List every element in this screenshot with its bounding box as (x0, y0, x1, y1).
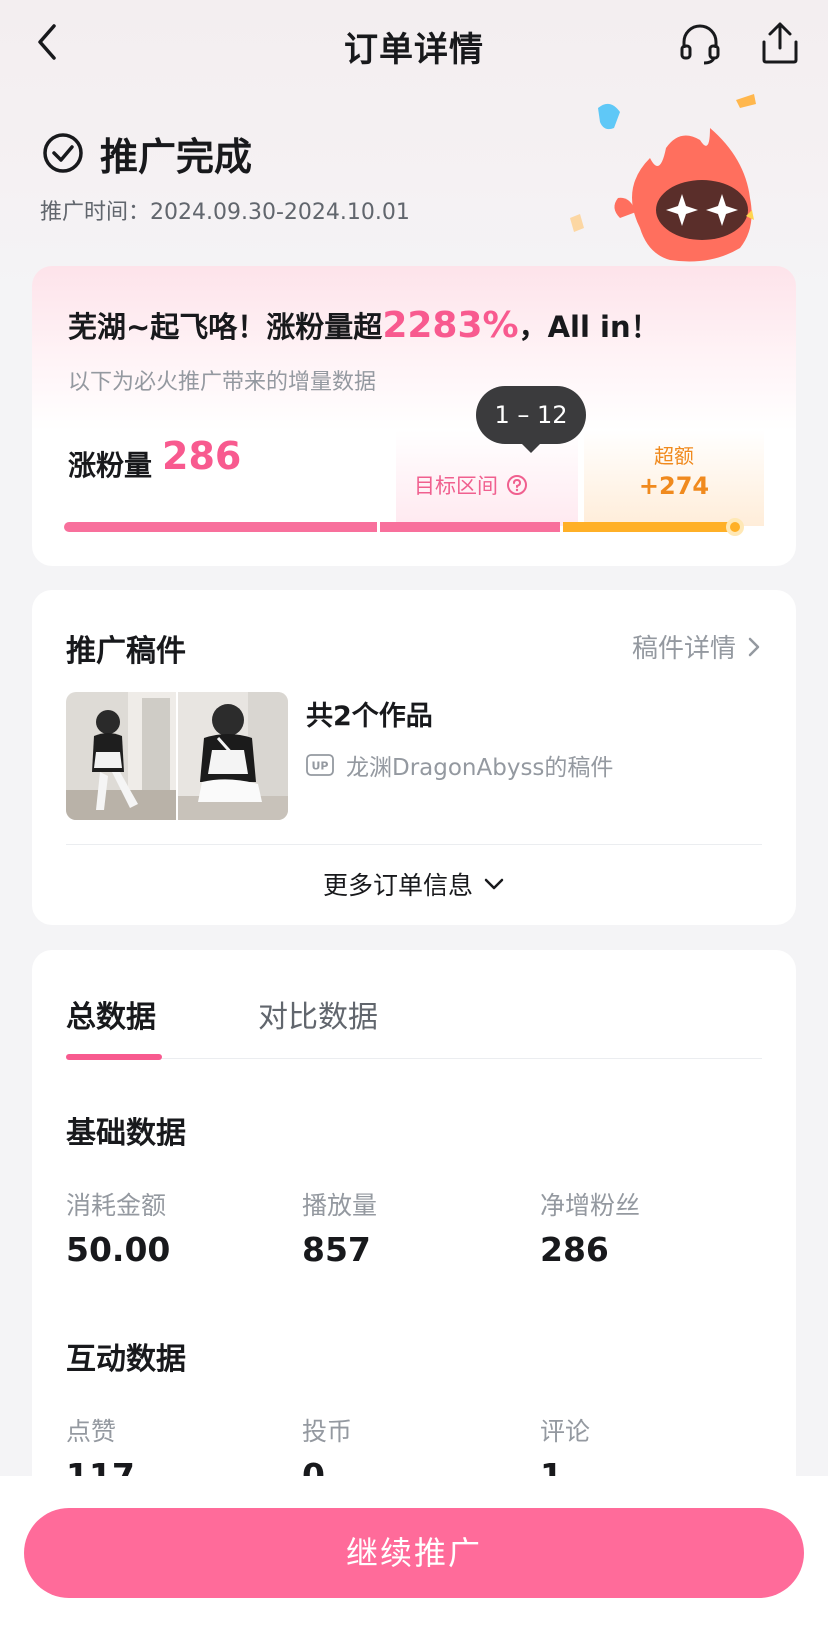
works-detail-link[interactable]: 稿件详情 (632, 628, 762, 665)
more-info-text: 更多订单信息 (322, 871, 473, 900)
target-range-label[interactable]: 目标区间 (414, 470, 528, 500)
works-count: 共2个作品 (306, 701, 433, 732)
basic-data-title: 基础数据 (66, 1116, 186, 1151)
share-button[interactable] (758, 20, 802, 66)
continue-promotion-button[interactable]: 继续推广 (24, 1508, 804, 1598)
author-name: 龙渊DragonAbyss的稿件 (346, 755, 614, 781)
customer-service-button[interactable] (678, 22, 722, 66)
up-badge-icon: UP (306, 754, 334, 776)
result-subtitle: 以下为必火推广带来的增量数据 (68, 370, 377, 395)
divider (66, 844, 762, 845)
thumbnail-image (66, 692, 176, 820)
tab-total-data[interactable]: 总数据 (66, 992, 156, 1036)
headline-percent: 2283% (382, 305, 519, 346)
chevron-right-icon (748, 637, 760, 656)
works-author: UP 龙渊DragonAbyss的稿件 (306, 748, 613, 782)
metric-label: 点赞 (66, 1417, 117, 1446)
question-circle-icon (507, 475, 527, 495)
tab-divider (66, 1058, 762, 1059)
check-circle-icon (43, 133, 83, 173)
headline-suffix: ，All in！ (518, 310, 660, 344)
result-headline: 芜湖~起飞咯！涨粉量超2283%，All in！ (68, 304, 660, 346)
chevron-down-icon (484, 878, 504, 890)
work-thumbnail[interactable] (66, 692, 176, 820)
bottom-action-bar: 继续推广 (0, 1476, 828, 1628)
works-title: 推广稿件 (66, 634, 186, 669)
tab-compare-data[interactable]: 对比数据 (258, 992, 378, 1036)
progress-bar-excess (563, 522, 733, 532)
metric-value: 857 (302, 1230, 371, 1269)
metric-label: 播放量 (302, 1191, 378, 1220)
metric-label: 净增粉丝 (540, 1191, 641, 1220)
progress-end-dot (726, 518, 744, 536)
headline-prefix: 芜湖~起飞咯！涨粉量超 (68, 310, 383, 344)
metric-value: 286 (540, 1230, 609, 1269)
promotion-result-card: 芜湖~起飞咯！涨粉量超2283%，All in！ 以下为必火推广带来的增量数据 … (32, 266, 796, 566)
status-title: 推广完成 (100, 134, 253, 179)
fans-gain-value: 286 (162, 434, 242, 478)
metric-value: 50.00 (66, 1230, 171, 1269)
progress-bar-target (380, 522, 560, 532)
work-thumbnail[interactable] (178, 692, 288, 820)
target-label-text: 目标区间 (414, 474, 498, 498)
nav-bar: 订单详情 (0, 0, 828, 88)
thumbnail-image (178, 692, 288, 820)
fans-gain-label: 涨粉量 (68, 449, 153, 482)
active-tab-indicator (66, 1054, 162, 1060)
excess-zone: 超额 +274 (584, 430, 764, 526)
metric-label: 投币 (302, 1417, 353, 1446)
share-icon (762, 22, 798, 64)
metric-label: 评论 (540, 1417, 591, 1446)
svg-text:UP: UP (312, 760, 329, 773)
promotion-status: 推广完成 (42, 128, 253, 179)
fire-mascot-illustration (570, 94, 756, 262)
metric-label: 消耗金额 (66, 1191, 167, 1220)
headset-icon (680, 24, 720, 65)
tooltip-arrow (520, 442, 542, 453)
excess-label: 超额 (654, 444, 694, 468)
excess-value: +274 (638, 472, 710, 500)
works-detail-text: 稿件详情 (631, 634, 736, 664)
promotion-period: 推广时间：2024.09.30-2024.10.01 (40, 200, 410, 225)
progress-bar-achieved (64, 522, 377, 532)
more-order-info-button[interactable]: 更多订单信息 (32, 866, 796, 902)
promoted-works-card: 推广稿件 稿件详情 共2个作品 UP 龙渊DragonAbyss的稿件 更多订单… (32, 590, 796, 925)
interaction-data-title: 互动数据 (66, 1342, 186, 1377)
target-range-tooltip: 1 – 12 (476, 386, 586, 444)
